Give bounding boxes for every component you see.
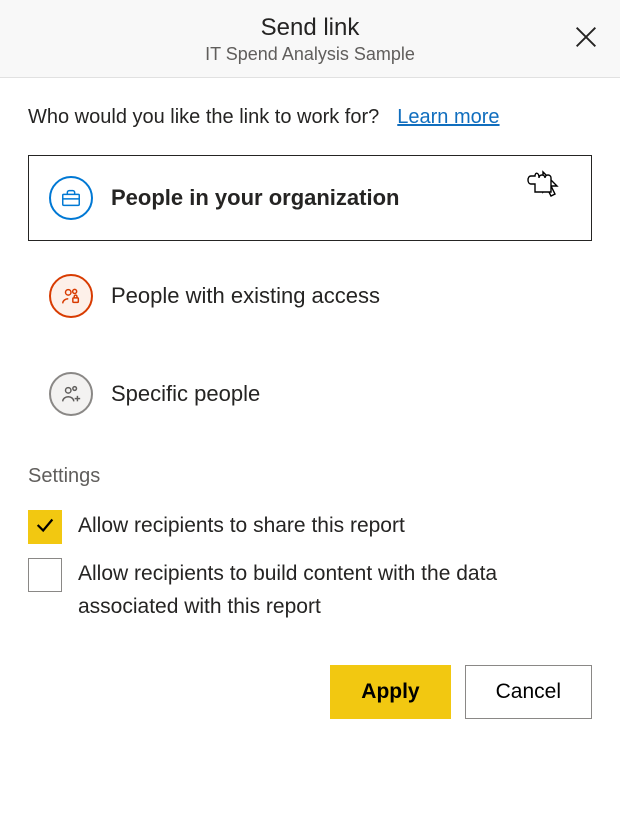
dialog-title: Send link bbox=[20, 14, 600, 42]
close-button[interactable] bbox=[570, 22, 602, 54]
checkbox-label: Allow recipients to share this report bbox=[78, 510, 405, 543]
checkbox-allow-share[interactable] bbox=[28, 510, 62, 544]
dialog-subtitle: IT Spend Analysis Sample bbox=[20, 44, 600, 65]
option-existing-access[interactable]: People with existing access bbox=[28, 253, 592, 339]
learn-more-link[interactable]: Learn more bbox=[397, 106, 499, 129]
people-lock-icon bbox=[49, 274, 93, 318]
prompt-text: Who would you like the link to work for? bbox=[28, 106, 379, 129]
briefcase-icon bbox=[49, 176, 93, 220]
option-label: People in your organization bbox=[111, 185, 399, 211]
option-label: Specific people bbox=[111, 381, 260, 407]
cursor-icon bbox=[523, 164, 563, 204]
people-add-icon bbox=[49, 372, 93, 416]
cancel-button[interactable]: Cancel bbox=[465, 665, 592, 719]
check-icon bbox=[34, 514, 56, 541]
dialog-footer: Apply Cancel bbox=[0, 637, 620, 719]
option-label: People with existing access bbox=[111, 283, 380, 309]
checkbox-allow-build[interactable] bbox=[28, 558, 62, 592]
apply-button[interactable]: Apply bbox=[330, 665, 450, 719]
settings-title: Settings bbox=[28, 465, 592, 488]
option-people-in-org[interactable]: People in your organization bbox=[28, 155, 592, 241]
option-specific-people[interactable]: Specific people bbox=[28, 351, 592, 437]
checkbox-row-allow-share: Allow recipients to share this report bbox=[28, 510, 592, 544]
close-icon bbox=[572, 39, 600, 54]
checkbox-row-allow-build: Allow recipients to build content with t… bbox=[28, 558, 592, 623]
prompt-row: Who would you like the link to work for?… bbox=[28, 106, 592, 129]
dialog-header: Send link IT Spend Analysis Sample bbox=[0, 0, 620, 78]
settings-section: Settings Allow recipients to share this … bbox=[28, 465, 592, 623]
checkbox-label: Allow recipients to build content with t… bbox=[78, 558, 592, 623]
dialog-body: Who would you like the link to work for?… bbox=[0, 78, 620, 623]
